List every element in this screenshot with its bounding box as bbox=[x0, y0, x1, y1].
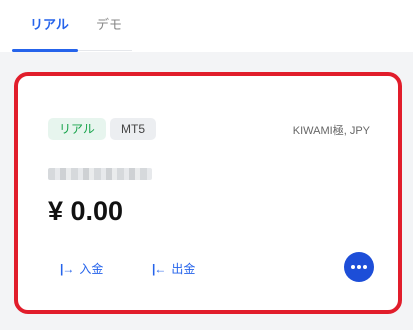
withdraw-label: 出金 bbox=[171, 262, 196, 276]
account-mode-badge: リアル bbox=[48, 118, 106, 140]
account-card[interactable]: リアル MT5 KIWAMI極, JPY ¥ 0.00 |→ 入金 |← 出金 bbox=[14, 72, 402, 314]
account-balance: ¥ 0.00 bbox=[48, 196, 124, 226]
active-tab-indicator bbox=[12, 49, 78, 52]
deposit-icon: |→ bbox=[60, 261, 74, 276]
deposit-label: 入金 bbox=[79, 262, 104, 276]
masked-account-number bbox=[48, 168, 152, 180]
tab-real[interactable]: リアル bbox=[28, 14, 71, 33]
more-dots-icon bbox=[351, 265, 367, 269]
more-options-button[interactable] bbox=[344, 252, 374, 282]
withdraw-icon: |← bbox=[152, 261, 166, 276]
account-tabs-bar: リアル デモ bbox=[0, 0, 413, 52]
deposit-button[interactable]: |→ 入金 bbox=[60, 260, 103, 277]
tab-demo[interactable]: デモ bbox=[94, 14, 124, 33]
withdraw-button[interactable]: |← 出金 bbox=[152, 260, 195, 277]
platform-badge: MT5 bbox=[110, 118, 156, 140]
account-type-label: KIWAMI極, JPY bbox=[292, 125, 370, 137]
